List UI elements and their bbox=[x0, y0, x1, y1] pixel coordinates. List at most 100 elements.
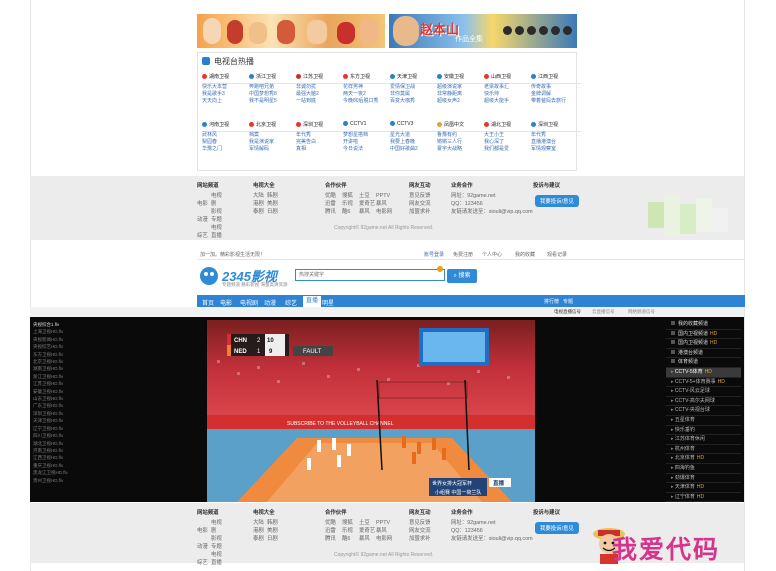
footer-link[interactable]: 网址：92game.net bbox=[451, 519, 496, 527]
stream-list-item[interactable]: 央视新闻HD.flv bbox=[33, 336, 76, 343]
footer-link[interactable]: 韩剧 bbox=[267, 192, 281, 200]
footer-link[interactable]: 爱奇艺 bbox=[359, 527, 376, 535]
footer-link[interactable]: 影视专题 bbox=[211, 535, 225, 551]
channel-item[interactable]: ▸ 北京体育 HD bbox=[666, 454, 741, 464]
footer-link[interactable]: 大陆 bbox=[253, 519, 267, 527]
program-link[interactable]: 花样男神 bbox=[343, 84, 393, 91]
footer-link[interactable]: 土豆 bbox=[359, 192, 376, 200]
search-button[interactable]: ⌕ 搜索 bbox=[447, 269, 477, 283]
program-link[interactable]: 我要上春晚 bbox=[390, 139, 440, 146]
footer-link[interactable]: 意见反馈 bbox=[409, 519, 431, 527]
program-link[interactable]: 两天一夜2 bbox=[343, 91, 393, 98]
topbar-profile[interactable]: 个人中心 bbox=[482, 251, 502, 258]
channel-item[interactable]: ▸ 快乐垂钓 bbox=[666, 426, 741, 436]
footer-link[interactable]: 乐视 bbox=[342, 200, 359, 208]
stream-list-item[interactable]: 天津卫视HD.flv bbox=[33, 417, 76, 424]
program-link[interactable]: 快乐帅 bbox=[484, 91, 534, 98]
footer-link[interactable]: 加盟求补 bbox=[409, 208, 431, 216]
program-link[interactable]: 中国好歌曲2 bbox=[390, 146, 440, 153]
stream-list-item[interactable]: 四川卫视HD.flv bbox=[33, 432, 76, 439]
footer-link[interactable]: 暴风 bbox=[359, 208, 376, 216]
program-link[interactable]: 最强大脑2 bbox=[296, 91, 346, 98]
footer-link[interactable]: 乐视 bbox=[342, 527, 359, 535]
program-link[interactable]: 直播港澳台 bbox=[531, 139, 581, 146]
stream-list-item[interactable]: 安徽卫视HD.flv bbox=[33, 388, 76, 395]
footer-link[interactable]: 美剧 bbox=[267, 527, 281, 535]
video-frame[interactable]: SUBSCRIBE TO THE VOLLEYBALL CHANNEL CHN … bbox=[207, 320, 535, 502]
stream-list-item[interactable]: 央视综合1.flv bbox=[33, 321, 76, 328]
program-link[interactable]: 开讲啦 bbox=[343, 139, 393, 146]
channel-item[interactable]: ▸ CCTV-高尔夫网球 bbox=[666, 397, 741, 407]
channel-name[interactable]: 凤凰中文 bbox=[437, 121, 487, 132]
footer-link[interactable]: 电影网 bbox=[376, 208, 393, 216]
footer-link[interactable]: 泰剧 bbox=[253, 208, 267, 216]
footer-link[interactable]: 综艺 bbox=[197, 232, 211, 240]
footer-link[interactable]: 搜狐 bbox=[342, 519, 359, 527]
footer-link[interactable]: 暴风 bbox=[359, 535, 376, 543]
program-link[interactable]: 华豫之门 bbox=[202, 146, 252, 153]
program-link[interactable]: 非你莫属 bbox=[390, 91, 440, 98]
channel-group[interactable]: 体育频道 bbox=[666, 358, 741, 368]
footer-link[interactable]: 泰剧 bbox=[253, 535, 267, 543]
program-link[interactable]: 中国梦想秀8 bbox=[249, 91, 299, 98]
footer-link[interactable]: 美剧 bbox=[267, 200, 281, 208]
channel-name[interactable]: 江西卫视 bbox=[531, 73, 581, 84]
nav-item[interactable]: 动漫 bbox=[264, 298, 276, 307]
stream-list-item[interactable]: 浙江卫视HD.flv bbox=[33, 373, 76, 380]
channel-name[interactable]: 北京卫视 bbox=[249, 121, 299, 132]
banner-ad-1[interactable] bbox=[197, 14, 385, 48]
channel-item[interactable]: ▸ 江苏体育休闲 bbox=[666, 435, 741, 445]
feedback-button[interactable]: 我要投诉/意见 bbox=[535, 522, 579, 534]
signal-tab-cloud[interactable]: 云直播信号 bbox=[592, 309, 615, 315]
footer-link[interactable]: 韩剧 bbox=[267, 519, 281, 527]
program-link[interactable]: 我不是明星5 bbox=[249, 98, 299, 105]
footer-link[interactable]: PPTV bbox=[376, 519, 393, 527]
nav-item[interactable]: 首页 bbox=[202, 298, 214, 307]
program-link[interactable]: 一站到底 bbox=[296, 98, 346, 105]
channel-name[interactable]: 东方卫视 bbox=[343, 73, 393, 84]
program-link[interactable]: 军情解码 bbox=[249, 146, 299, 153]
footer-link[interactable]: 电视剧 bbox=[211, 192, 225, 208]
topbar-register[interactable]: 免费注册 bbox=[453, 251, 473, 258]
program-link[interactable]: 武林风 bbox=[202, 132, 252, 139]
program-link[interactable]: 快乐大本营 bbox=[202, 84, 252, 91]
stream-list-item[interactable]: 湖北卫视HD.flv bbox=[33, 440, 76, 447]
program-link[interactable]: 超级大能手 bbox=[484, 98, 534, 105]
footer-link[interactable]: 暴风 bbox=[376, 527, 393, 535]
program-link[interactable]: 我是歌手3 bbox=[202, 91, 252, 98]
search-input[interactable] bbox=[295, 269, 445, 281]
program-link[interactable]: 星光大道 bbox=[390, 132, 440, 139]
nav-right-item[interactable]: 排行榜 bbox=[544, 298, 559, 305]
channel-group[interactable]: 我的收藏频道 bbox=[666, 320, 741, 330]
footer-link[interactable]: 港剧 bbox=[253, 200, 267, 208]
stream-list-item[interactable]: 北京卫视HD.flv bbox=[33, 358, 76, 365]
footer-link[interactable]: 土豆 bbox=[359, 519, 376, 527]
program-link[interactable]: 爱情保卫战 bbox=[390, 84, 440, 91]
footer-link[interactable]: 酷6 bbox=[342, 208, 359, 216]
footer-link[interactable]: PPTV bbox=[376, 192, 393, 200]
channel-name[interactable]: 河南卫视 bbox=[202, 121, 252, 132]
program-link[interactable]: 军情观察室 bbox=[531, 146, 581, 153]
footer-link[interactable]: 影视专题 bbox=[211, 208, 225, 224]
stream-list-item[interactable]: 东方卫视HD.flv bbox=[33, 351, 76, 358]
program-link[interactable]: 天天向上 bbox=[202, 98, 252, 105]
channel-name[interactable]: 天津卫视 bbox=[390, 73, 440, 84]
footer-link[interactable]: 电视剧 bbox=[211, 519, 225, 535]
topbar-history[interactable]: 观看记录 bbox=[547, 251, 567, 258]
footer-link[interactable]: 大陆 bbox=[253, 192, 267, 200]
footer-link[interactable]: 腾讯 bbox=[325, 208, 342, 216]
channel-item[interactable]: ▸ 劲爆体育 bbox=[666, 474, 741, 484]
footer-link[interactable]: 电影 bbox=[197, 527, 211, 535]
stream-list-item[interactable]: 江西卫视HD.flv bbox=[33, 454, 76, 461]
footer-link[interactable]: 迅雷 bbox=[325, 527, 342, 535]
channel-group[interactable]: 国内卫视频道 HD bbox=[666, 330, 741, 340]
footer-link[interactable]: 动漫 bbox=[197, 216, 211, 224]
stream-list-item[interactable]: 辽宁卫视HD.flv bbox=[33, 425, 76, 432]
footer-link[interactable]: QQ：123456 bbox=[451, 527, 483, 535]
stream-list-item[interactable]: 广东卫视HD.flv bbox=[33, 402, 76, 409]
footer-link[interactable]: QQ：123456 bbox=[451, 200, 483, 208]
program-link[interactable]: 超级演说家 bbox=[437, 84, 487, 91]
channel-name[interactable]: 浙江卫视 bbox=[249, 73, 299, 84]
program-link[interactable]: 年代秀 bbox=[531, 132, 581, 139]
channel-name[interactable]: 深圳卫视 bbox=[531, 121, 581, 132]
